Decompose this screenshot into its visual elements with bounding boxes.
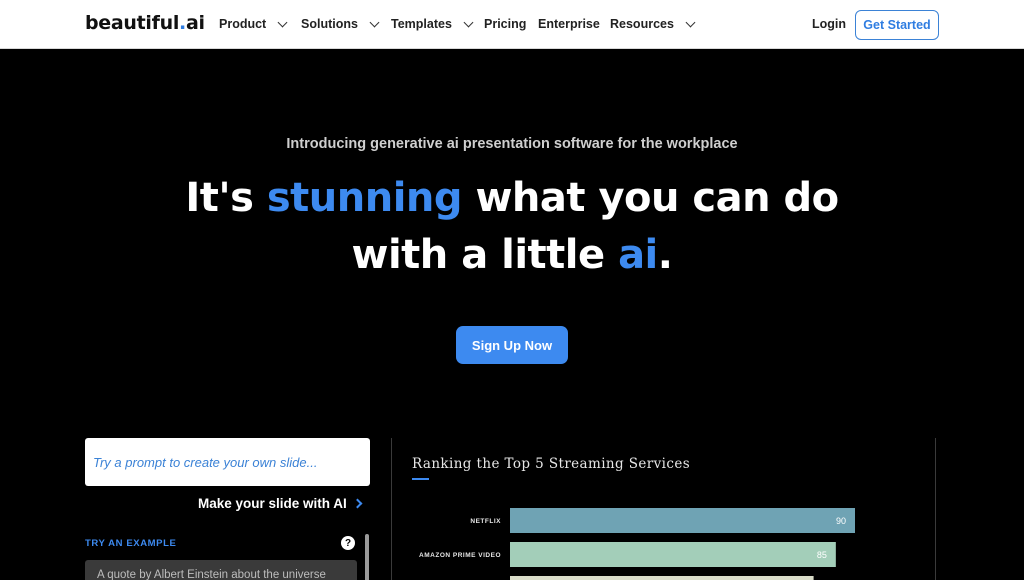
nav-item-product[interactable]: Product — [219, 17, 288, 31]
headline-text: with a little — [351, 232, 619, 278]
nav-item-label: Resources — [610, 17, 674, 31]
top-navbar: beautiful.ai Product Solutions Templates… — [0, 0, 1024, 49]
example-prompt-item[interactable]: A quote by Albert Einstein about the uni… — [85, 560, 357, 580]
nav-item-label: Enterprise — [538, 17, 600, 31]
chevron-right-icon — [352, 498, 363, 509]
chart-title: Ranking the Top 5 Streaming Services — [412, 456, 691, 472]
chart-category-label: NETFLIX — [470, 518, 501, 525]
chevron-down-icon — [277, 17, 288, 27]
sign-up-button[interactable]: Sign Up Now — [456, 326, 568, 364]
chart-value-label: 90 — [836, 516, 846, 526]
panel-divider — [935, 438, 936, 580]
hero-headline: It's stunning what you can do with a lit… — [0, 170, 1024, 284]
nav-item-label: Product — [219, 17, 267, 31]
prompt-input[interactable] — [85, 438, 370, 486]
login-link[interactable]: Login — [812, 17, 846, 31]
example-list-scrollbar[interactable] — [365, 534, 369, 580]
chevron-down-icon — [369, 17, 380, 27]
chevron-down-icon — [685, 17, 696, 27]
chart-title-underline — [412, 478, 429, 480]
ranking-bar-chart: NETFLIX 90 AMAZON PRIME VIDEO 85 — [419, 508, 855, 580]
headline-text: It's — [185, 175, 267, 221]
nav-item-solutions[interactable]: Solutions — [301, 17, 380, 31]
headline-text: what you can do — [462, 175, 839, 221]
chart-bar — [510, 508, 855, 533]
logo-dot: . — [179, 12, 186, 34]
headline-highlight: ai — [618, 232, 658, 278]
nav-item-label: Templates — [391, 17, 452, 31]
logo[interactable]: beautiful.ai — [85, 12, 205, 34]
chevron-down-icon — [463, 17, 474, 27]
chart-bar — [510, 576, 814, 580]
try-example-label: TRY AN EXAMPLE — [85, 538, 177, 549]
make-slide-button[interactable]: Make your slide with AI — [198, 496, 363, 511]
headline-text: . — [657, 232, 673, 278]
hero-intro: Introducing generative ai presentation s… — [286, 136, 738, 152]
chart-value-label: 85 — [817, 550, 827, 560]
chart-category-label: AMAZON PRIME VIDEO — [419, 552, 501, 559]
nav-item-enterprise[interactable]: Enterprise — [538, 17, 600, 31]
nav-item-label: Solutions — [301, 17, 358, 31]
make-slide-label: Make your slide with AI — [198, 496, 347, 511]
headline-highlight: stunning — [266, 175, 463, 221]
chart-bar — [510, 542, 836, 567]
nav-item-templates[interactable]: Templates — [391, 17, 474, 31]
nav-item-label: Pricing — [484, 17, 527, 31]
panel-divider — [391, 438, 392, 580]
logo-suffix: ai — [185, 12, 205, 34]
nav-item-pricing[interactable]: Pricing — [484, 17, 526, 31]
get-started-button[interactable]: Get Started — [855, 10, 939, 40]
nav-item-resources[interactable]: Resources — [610, 17, 696, 31]
help-icon[interactable]: ? — [341, 536, 355, 550]
logo-main: beautiful — [85, 12, 180, 34]
